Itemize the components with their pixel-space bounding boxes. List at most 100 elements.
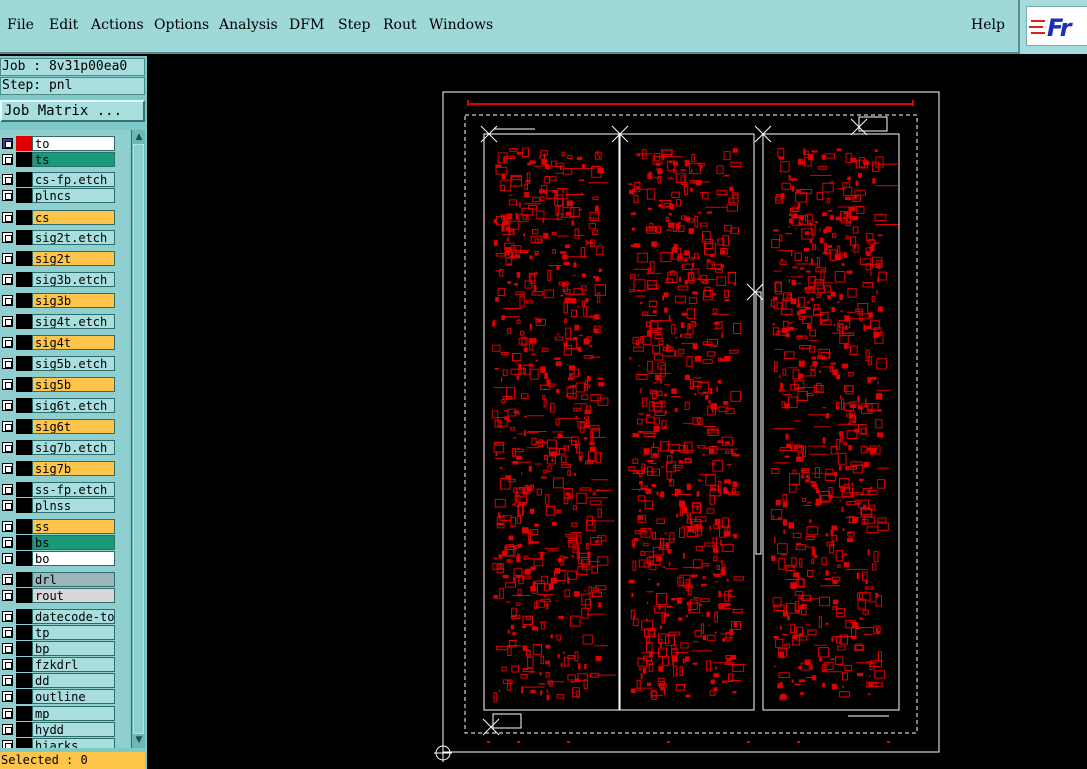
layer-checkbox[interactable] — [2, 740, 13, 748]
layer-checkbox[interactable] — [2, 484, 13, 495]
layer-affected-cell[interactable] — [16, 657, 32, 672]
layer-affected-cell[interactable] — [16, 272, 32, 287]
layer-row-mp[interactable]: mp — [0, 706, 130, 721]
layer-checkbox[interactable] — [2, 253, 13, 264]
layer-affected-cell[interactable] — [16, 641, 32, 656]
layer-affected-cell[interactable] — [16, 188, 32, 203]
layer-affected-cell[interactable] — [16, 210, 32, 225]
layer-affected-cell[interactable] — [16, 588, 32, 603]
layer-row-cs-fp.etch[interactable]: cs-fp.etch — [0, 172, 130, 187]
layer-row-sig7b.etch[interactable]: sig7b.etch — [0, 440, 130, 455]
layer-name[interactable]: rout — [32, 588, 115, 603]
layer-checkbox[interactable] — [2, 212, 13, 223]
layer-name[interactable]: datecode-to — [32, 609, 115, 624]
layer-name[interactable]: sig2t — [32, 251, 115, 266]
layer-row-ts[interactable]: ts — [0, 152, 130, 167]
layer-affected-cell[interactable] — [16, 377, 32, 392]
layer-checkbox[interactable] — [2, 675, 13, 686]
layer-affected-cell[interactable] — [16, 440, 32, 455]
layer-row-ss[interactable]: ss — [0, 519, 130, 534]
layer-row-sig2t[interactable]: sig2t — [0, 251, 130, 266]
layer-affected-cell[interactable] — [16, 551, 32, 566]
layer-row-bp[interactable]: bp — [0, 641, 130, 656]
layer-affected-cell[interactable] — [16, 535, 32, 550]
layer-checkbox[interactable] — [2, 724, 13, 735]
layer-affected-cell[interactable] — [16, 722, 32, 737]
layer-affected-cell[interactable] — [16, 689, 32, 704]
layer-checkbox[interactable] — [2, 590, 13, 601]
layer-name[interactable]: to — [32, 136, 115, 151]
layer-name[interactable]: outline — [32, 689, 115, 704]
layer-checkbox[interactable] — [2, 337, 13, 348]
menu-actions[interactable]: Actions — [91, 17, 144, 33]
layer-name[interactable]: fzkdrl — [32, 657, 115, 672]
menu-step[interactable]: Step — [338, 17, 370, 33]
layer-name[interactable]: sig4t — [32, 335, 115, 350]
layer-affected-cell[interactable] — [16, 314, 32, 329]
layer-row-plncs[interactable]: plncs — [0, 188, 130, 203]
menu-edit[interactable]: Edit — [49, 17, 78, 33]
layer-checkbox[interactable] — [2, 400, 13, 411]
layer-name[interactable]: sig6t — [32, 419, 115, 434]
layer-name[interactable]: sig3b.etch — [32, 272, 115, 287]
layer-checkbox[interactable] — [2, 611, 13, 622]
layer-affected-cell[interactable] — [16, 293, 32, 308]
layer-affected-cell[interactable] — [16, 172, 32, 187]
layer-checkbox[interactable] — [2, 659, 13, 670]
layer-checkbox[interactable] — [2, 463, 13, 474]
layer-name[interactable]: sig7b.etch — [32, 440, 115, 455]
layer-row-cs[interactable]: cs — [0, 210, 130, 225]
layer-row-bo[interactable]: bo — [0, 551, 130, 566]
layer-name[interactable]: mp — [32, 706, 115, 721]
menu-windows[interactable]: Windows — [429, 17, 493, 33]
layer-name[interactable]: tp — [32, 625, 115, 640]
layer-name[interactable]: sig6t.etch — [32, 398, 115, 413]
layer-row-sig5b.etch[interactable]: sig5b.etch — [0, 356, 130, 371]
layer-checkbox[interactable] — [2, 521, 13, 532]
layer-checkbox[interactable] — [2, 274, 13, 285]
layer-checkbox[interactable] — [2, 627, 13, 638]
layer-row-sig7b[interactable]: sig7b — [0, 461, 130, 476]
layer-affected-cell[interactable] — [16, 609, 32, 624]
layer-row-hydd[interactable]: hydd — [0, 722, 130, 737]
layer-affected-cell[interactable] — [16, 482, 32, 497]
layer-name[interactable]: hydd — [32, 722, 115, 737]
layer-checkbox[interactable] — [2, 232, 13, 243]
layer-name[interactable]: sig4t.etch — [32, 314, 115, 329]
layer-name[interactable]: ss-fp.etch — [32, 482, 115, 497]
layer-name[interactable]: cs — [32, 210, 115, 225]
layer-row-outline[interactable]: outline — [0, 689, 130, 704]
layer-name[interactable]: ss — [32, 519, 115, 534]
layer-row-bs[interactable]: bs — [0, 535, 130, 550]
layer-checkbox[interactable] — [2, 174, 13, 185]
layer-checkbox[interactable] — [2, 708, 13, 719]
layer-checkbox[interactable] — [2, 421, 13, 432]
layer-row-tp[interactable]: tp — [0, 625, 130, 640]
layer-row-sig4t[interactable]: sig4t — [0, 335, 130, 350]
layer-row-fzkdrl[interactable]: fzkdrl — [0, 657, 130, 672]
job-matrix-button[interactable]: Job Matrix ... — [0, 100, 145, 122]
layer-affected-cell[interactable] — [16, 498, 32, 513]
layer-name[interactable]: sig5b — [32, 377, 115, 392]
menu-dfm[interactable]: DFM — [289, 17, 324, 33]
layer-name[interactable]: cs-fp.etch — [32, 172, 115, 187]
scroll-down-icon[interactable]: ▼ — [133, 734, 145, 746]
layer-name[interactable]: sig5b.etch — [32, 356, 115, 371]
menu-options[interactable]: Options — [154, 17, 209, 33]
layer-affected-cell[interactable] — [16, 335, 32, 350]
layer-affected-cell[interactable] — [16, 251, 32, 266]
layer-name[interactable]: hiarks — [32, 738, 115, 748]
menu-help[interactable]: Help — [971, 17, 1005, 33]
layer-row-sig3b.etch[interactable]: sig3b.etch — [0, 272, 130, 287]
layer-checkbox[interactable] — [2, 358, 13, 369]
layer-row-sig3b[interactable]: sig3b — [0, 293, 130, 308]
layer-name[interactable]: sig3b — [32, 293, 115, 308]
layer-row-to[interactable]: to — [0, 136, 130, 151]
layer-affected-cell[interactable] — [16, 152, 32, 167]
layer-name[interactable]: plncs — [32, 188, 115, 203]
layer-row-sig6t.etch[interactable]: sig6t.etch — [0, 398, 130, 413]
layer-row-sig5b[interactable]: sig5b — [0, 377, 130, 392]
layer-checkbox[interactable] — [2, 574, 13, 585]
layer-row-sig4t.etch[interactable]: sig4t.etch — [0, 314, 130, 329]
layer-name[interactable]: bs — [32, 535, 115, 550]
